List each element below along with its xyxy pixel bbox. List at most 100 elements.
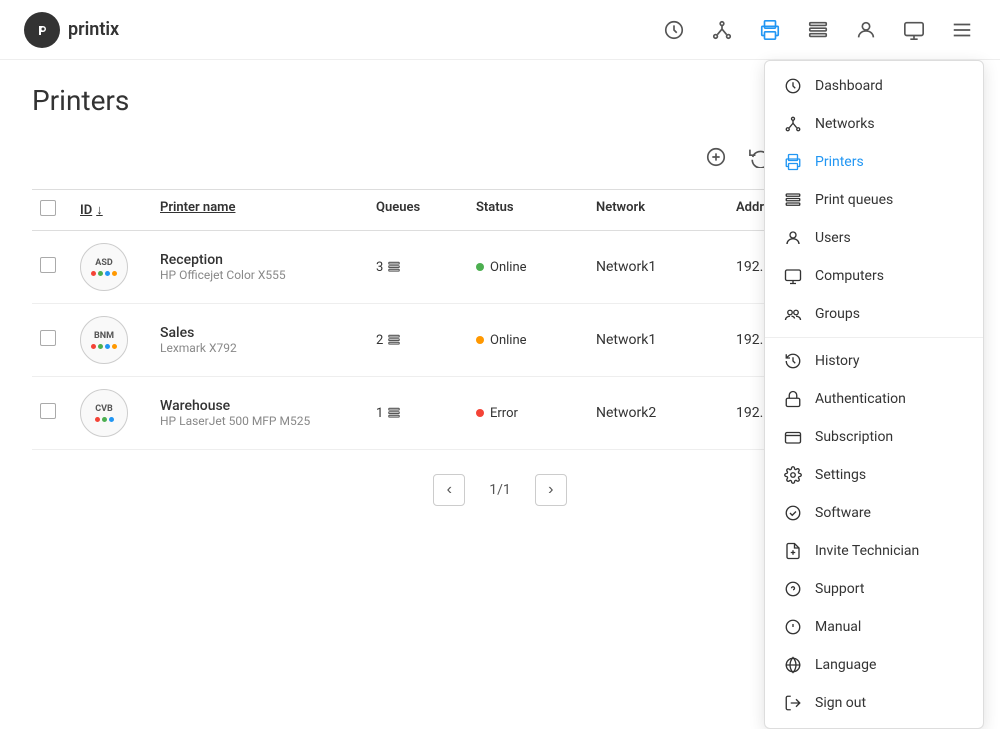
printqueue-icon [783,190,803,210]
printer-info: Reception HP Officejet Color X555 [160,252,360,282]
queue-icon [387,333,401,347]
status-dot [476,336,484,344]
row-checkbox[interactable] [32,257,72,277]
menu-item-language[interactable]: Language [765,646,983,684]
menu-item-signout[interactable]: Sign out [765,684,983,722]
logo[interactable]: printix [24,12,119,48]
support-icon [783,579,803,599]
queue-number: 3 [376,260,383,275]
col-queues: Queues [368,200,468,220]
menu-invite-label: Invite Technician [815,543,919,559]
status-dot [476,263,484,271]
avatar-dots [95,417,114,422]
clock-nav-icon[interactable] [660,16,688,44]
menu-item-software[interactable]: Software [765,494,983,532]
status-label: Online [490,260,527,275]
menu-software-label: Software [815,505,871,521]
printer-model: Lexmark X792 [160,341,360,355]
col-printername: Printer name [152,200,368,220]
signout-icon [783,693,803,713]
row-status: Online [468,333,588,348]
menu-item-authentication[interactable]: Authentication [765,380,983,418]
printer-info: Sales Lexmark X792 [160,325,360,355]
menu-item-history[interactable]: History [765,342,983,380]
printer-nav-icon[interactable] [756,16,784,44]
auth-icon [783,389,803,409]
printer-avatar: ASD [80,243,128,291]
menu-support-label: Support [815,581,864,597]
menu-nav-icon[interactable] [948,16,976,44]
user-nav-icon[interactable] [852,16,880,44]
menu-signout-label: Sign out [815,695,866,711]
dot-orange [112,344,117,349]
queue-number: 2 [376,333,383,348]
avatar-dots [91,344,117,349]
col-id[interactable]: ID ↓ [72,200,152,220]
dropdown-menu: Dashboard Networks Printers [764,60,984,729]
status-label: Online [490,333,527,348]
menu-authentication-label: Authentication [815,391,906,407]
dot-red [91,271,96,276]
history-icon [783,351,803,371]
menu-item-subscription[interactable]: Subscription [765,418,983,456]
row-checkbox[interactable] [32,403,72,423]
row-checkbox[interactable] [32,330,72,350]
nav-icons [660,16,976,44]
row-avatar: BNM [72,316,152,364]
avatar-text: CVB [95,404,113,415]
menu-subscription-label: Subscription [815,429,893,445]
next-page-button[interactable]: › [535,474,567,506]
menu-item-printqueues[interactable]: Print queues [765,181,983,219]
printer-model: HP Officejet Color X555 [160,268,360,282]
menu-language-label: Language [815,657,876,673]
menu-item-settings[interactable]: Settings [765,456,983,494]
queue-count: 2 [376,333,460,348]
menu-item-manual[interactable]: Manual [765,608,983,646]
add-button[interactable] [700,141,732,173]
menu-networks-label: Networks [815,116,875,132]
avatar-dots [91,271,117,276]
dot-green [98,344,103,349]
printer-name: Sales [160,325,360,341]
prev-page-button[interactable]: ‹ [433,474,465,506]
menu-item-printers[interactable]: Printers [765,143,983,181]
col-checkbox [32,200,72,220]
row-queues: 2 [368,333,468,348]
row-network: Network1 [588,259,728,275]
dot-red [95,417,100,422]
menu-printqueues-label: Print queues [815,192,893,208]
dashboard-icon [783,76,803,96]
menu-item-invite[interactable]: Invite Technician [765,532,983,570]
dot-blue [105,271,110,276]
dot-green [98,271,103,276]
col-printername-label: Printer name [160,200,235,215]
network-nav-icon[interactable] [708,16,736,44]
menu-item-networks[interactable]: Networks [765,105,983,143]
sort-icon: ↓ [96,202,103,218]
dot-red [91,344,96,349]
groups-icon [783,304,803,324]
menu-item-users[interactable]: Users [765,219,983,257]
menu-users-label: Users [815,230,851,246]
dot-orange [112,271,117,276]
menu-item-computers[interactable]: Computers [765,257,983,295]
page-info: 1/1 [489,482,511,498]
menu-item-support[interactable]: Support [765,570,983,608]
row-network: Network1 [588,332,728,348]
manual-icon [783,617,803,637]
queue-nav-icon[interactable] [804,16,832,44]
printer-model: HP LaserJet 500 MFP M525 [160,414,360,428]
language-icon [783,655,803,675]
menu-item-dashboard[interactable]: Dashboard [765,67,983,105]
software-icon [783,503,803,523]
settings-icon [783,465,803,485]
header-checkbox[interactable] [40,200,56,216]
avatar-text: ASD [95,258,112,269]
col-network: Network [588,200,728,220]
computer-nav-icon[interactable] [900,16,928,44]
queue-number: 1 [376,406,383,421]
menu-item-groups[interactable]: Groups [765,295,983,333]
header: printix [0,0,1000,60]
dot-blue [105,344,110,349]
menu-manual-label: Manual [815,619,861,635]
